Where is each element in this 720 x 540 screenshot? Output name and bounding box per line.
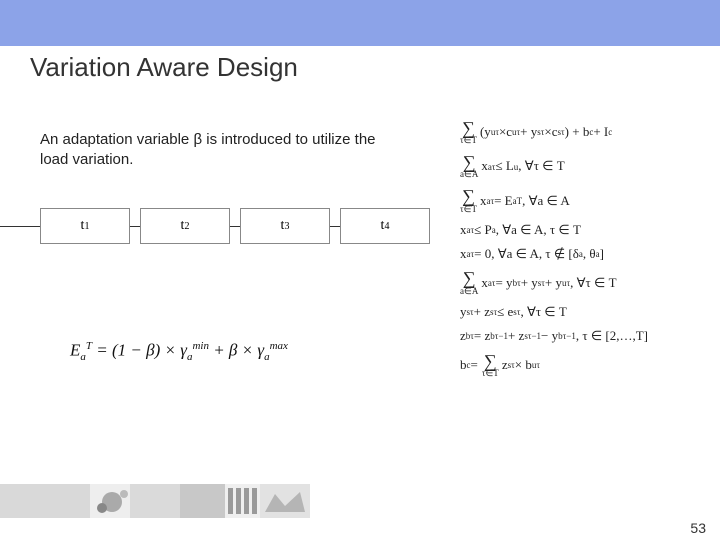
eq-battery-cost: bc = ∑τ∈T zsτ × buτ — [460, 353, 710, 378]
eq-energy: ∑τ∈T xaτ = EaT , ∀a ∈ A — [460, 188, 710, 213]
timeline-tick-2: t2 — [140, 208, 230, 244]
footer-graphic-icon — [0, 484, 720, 518]
intro-text: An adaptation variable β is introduced t… — [40, 130, 400, 171]
eq-power-limit: xaτ ≤ Pa , ∀a ∈ A, τ ∈ T — [460, 223, 710, 238]
timeline-tick-3: t3 — [240, 208, 330, 244]
page-title: Variation Aware Design — [30, 52, 298, 83]
footer-decoration — [0, 484, 720, 518]
timeline: t1 t2 t3 t4 — [0, 208, 430, 248]
constraint-equations: ∑τ∈T (yuτ×cuτ + ysτ×csτ) + bc + Ic ∑a∈A … — [460, 120, 710, 387]
eq-battery-state: zbτ = zbτ−1 + zsτ−1 − ybτ−1 , τ ∈ [2,…,T… — [460, 329, 710, 344]
eq-storage-limit: ysτ + zsτ ≤ esτ , ∀τ ∈ T — [460, 305, 710, 320]
timeline-tick-1: t1 — [40, 208, 130, 244]
eq-load-limit: ∑a∈A xaτ ≤ Lu , ∀τ ∈ T — [460, 154, 710, 179]
eq-window: xaτ = 0, ∀a ∈ A, τ ∉ [δa, θa] — [460, 247, 710, 262]
page-number: 53 — [690, 520, 706, 536]
timeline-tick-4: t4 — [340, 208, 430, 244]
eq-balance: ∑a∈A xaτ = ybτ + ysτ + yuτ , ∀τ ∈ T — [460, 270, 710, 295]
eq-objective: ∑τ∈T (yuτ×cuτ + ysτ×csτ) + bc + Ic — [460, 120, 710, 145]
main-equation: EaT = (1 − β) × γamin + β × γamax — [70, 340, 288, 363]
header-band — [0, 0, 720, 46]
